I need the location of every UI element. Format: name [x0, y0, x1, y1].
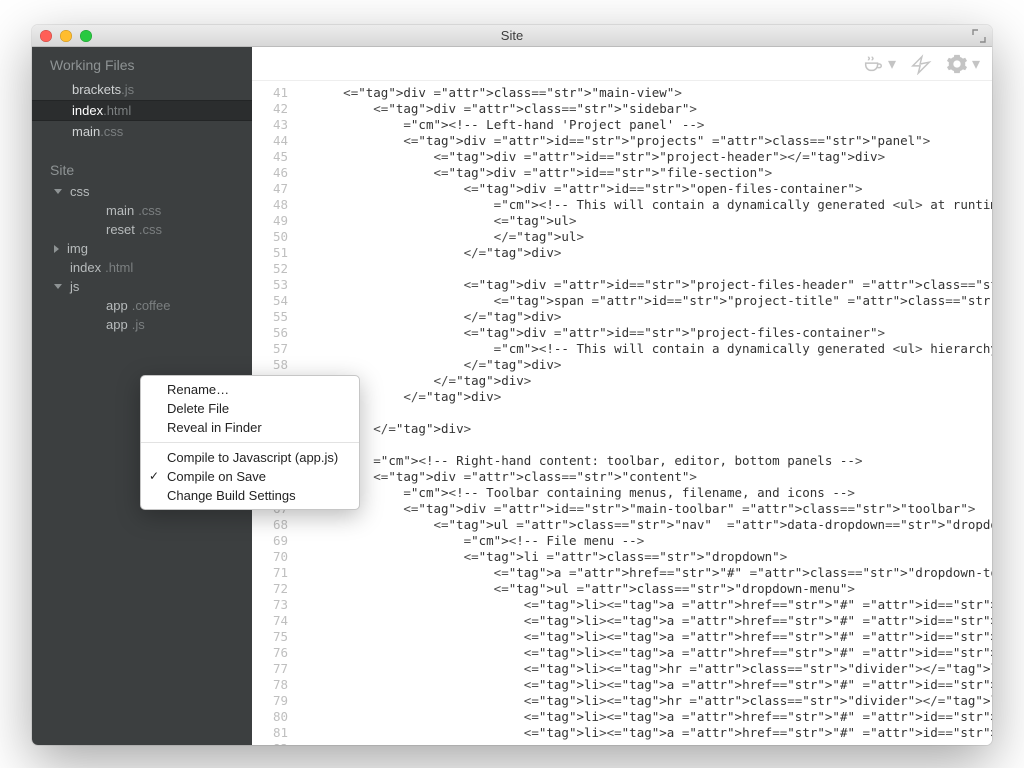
fullscreen-icon[interactable]	[972, 29, 986, 43]
editor-area: ▾ ▾ 41 42 43 44 45 46 47 48 49 50 51 52 …	[252, 47, 992, 745]
context-menu-item[interactable]: Delete File	[141, 399, 359, 418]
working-files-header: Working Files	[32, 47, 252, 79]
tree-file[interactable]: main.css	[32, 201, 252, 220]
titlebar[interactable]: Site	[32, 25, 992, 47]
tree-file[interactable]: app.js	[32, 315, 252, 334]
context-menu-item[interactable]: Reveal in Finder	[141, 418, 359, 437]
app-window: Site Working Files brackets.jsindex.html…	[32, 25, 992, 745]
menu-separator	[141, 442, 359, 443]
tree-folder[interactable]: img	[32, 239, 252, 258]
chevron-right-icon[interactable]	[54, 245, 59, 253]
working-file-item[interactable]: index.html	[32, 100, 252, 121]
context-menu-item[interactable]: Compile to Javascript (app.js)	[141, 448, 359, 467]
context-menu-item[interactable]: Change Build Settings	[141, 486, 359, 505]
chevron-down-icon[interactable]	[54, 189, 62, 194]
working-file-item[interactable]: brackets.js	[32, 79, 252, 100]
working-files-list: brackets.jsindex.htmlmain.css	[32, 79, 252, 142]
coffee-cup-icon[interactable]	[862, 53, 884, 75]
tree-folder[interactable]: css	[32, 182, 252, 201]
chevron-down-icon[interactable]: ▾	[972, 54, 980, 74]
chevron-down-icon[interactable]	[54, 284, 62, 289]
tree-file[interactable]: reset.css	[32, 220, 252, 239]
window-title: Site	[32, 28, 992, 43]
project-header: Site	[32, 142, 252, 182]
gear-icon[interactable]	[946, 53, 968, 75]
tree-file[interactable]: app.coffee	[32, 296, 252, 315]
editor-toolbar: ▾ ▾	[252, 47, 992, 81]
code-area[interactable]: 41 42 43 44 45 46 47 48 49 50 51 52 53 5…	[252, 81, 992, 745]
lightning-icon[interactable]	[910, 53, 932, 75]
working-file-item[interactable]: main.css	[32, 121, 252, 142]
file-tree: cssmain.cssreset.cssimgindex.htmljsapp.c…	[32, 182, 252, 334]
context-menu[interactable]: Rename…Delete FileReveal in Finder Compil…	[140, 375, 360, 510]
code-text[interactable]: <="tag">div ="attr">class=="str">"main-v…	[298, 81, 992, 745]
chevron-down-icon[interactable]: ▾	[888, 54, 896, 74]
context-menu-item[interactable]: Compile on Save	[141, 467, 359, 486]
tree-file[interactable]: index.html	[32, 258, 252, 277]
tree-folder[interactable]: js	[32, 277, 252, 296]
context-menu-item[interactable]: Rename…	[141, 380, 359, 399]
